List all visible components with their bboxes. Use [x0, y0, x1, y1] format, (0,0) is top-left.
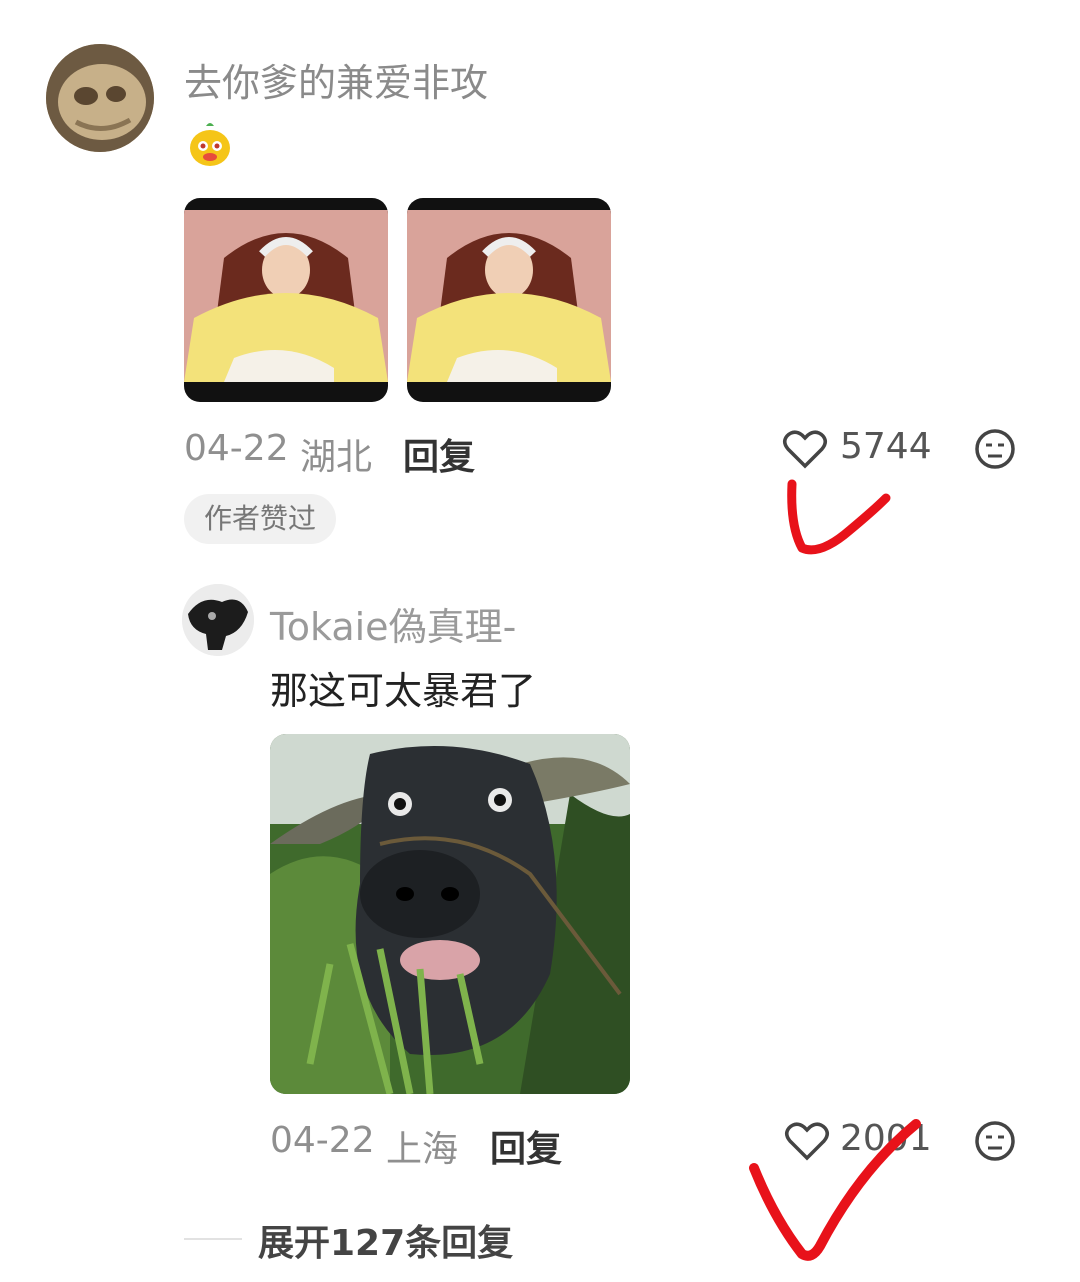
red-checkmark-annotation	[787, 479, 891, 555]
reply-dislike-face-icon[interactable]	[974, 1120, 1016, 1162]
like-count: 5744	[840, 426, 932, 467]
comment-reply-button[interactable]: 回复	[403, 428, 475, 480]
cartoon-emoji-icon	[186, 120, 234, 168]
reply-date: 04-22	[270, 1120, 375, 1161]
red-checkmark-annotation-large	[749, 1119, 921, 1261]
water-buffalo-photo	[270, 734, 630, 1094]
like-button[interactable]: 5744	[782, 426, 932, 472]
reply-location: 上海	[386, 1129, 459, 1170]
replier-username[interactable]: Tokaie偽真理-	[270, 596, 516, 651]
comment-location: 湖北	[300, 437, 373, 478]
replier-avatar[interactable]	[182, 584, 254, 656]
reply-reply-button[interactable]: 回复	[490, 1120, 562, 1172]
expand-divider-line	[184, 1238, 242, 1240]
reply-image[interactable]	[270, 734, 630, 1094]
dislike-face-icon[interactable]	[974, 428, 1016, 470]
heart-icon	[783, 430, 827, 469]
bull-silhouette-avatar-icon	[182, 584, 254, 656]
commenter-avatar[interactable]	[46, 44, 154, 152]
author-liked-badge: 作者赞过	[184, 494, 337, 544]
comment-image-2[interactable]	[407, 198, 611, 402]
comment-image-1[interactable]	[184, 198, 388, 402]
rock-skull-avatar-icon	[46, 44, 154, 152]
comment-date: 04-22	[184, 428, 289, 469]
reply-text: 那这可太暴君了	[270, 669, 537, 713]
expand-replies-button[interactable]: 展开127条回复	[258, 1214, 513, 1266]
commenter-username[interactable]: 去你爹的兼爱非攻	[184, 52, 488, 107]
